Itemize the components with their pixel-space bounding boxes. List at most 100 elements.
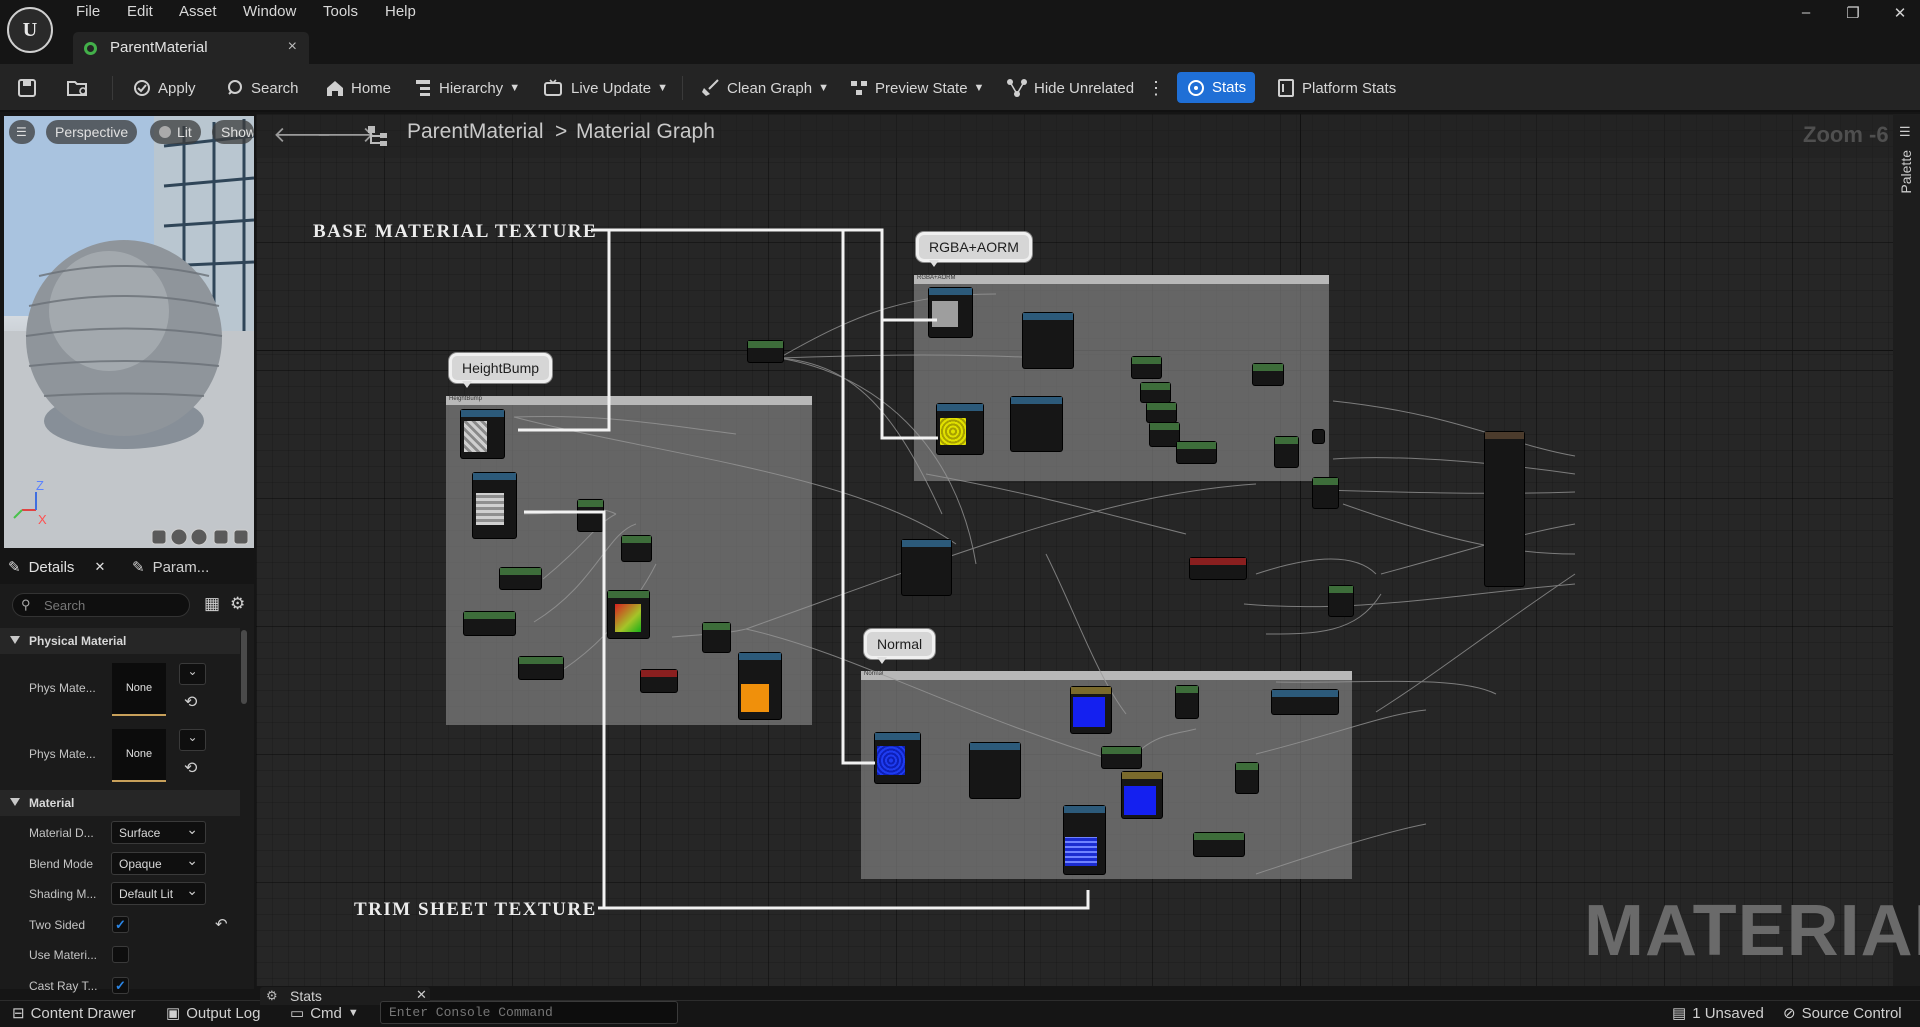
math-node[interactable] — [902, 540, 951, 595]
texture-sample-node[interactable] — [461, 410, 504, 458]
phys-mat-2-thumbnail[interactable]: None — [112, 729, 166, 782]
section-material[interactable]: Material — [0, 790, 240, 816]
math-node[interactable] — [970, 743, 1020, 798]
texture-sample-node[interactable] — [1122, 772, 1162, 818]
use-material-checkbox[interactable] — [112, 946, 129, 963]
param-node[interactable] — [1132, 357, 1161, 378]
output-log-button[interactable]: ▣ Output Log — [166, 1003, 260, 1023]
source-control-button[interactable]: ⊘ Source Control — [1783, 1003, 1902, 1023]
preview-state-dropdown[interactable]: Preview State ▼ — [849, 75, 984, 101]
home-button[interactable]: Home — [325, 75, 391, 101]
texture-sample-node[interactable] — [739, 653, 781, 719]
param-node[interactable] — [519, 657, 563, 679]
search-label: Search — [251, 79, 299, 97]
math-node[interactable] — [1023, 313, 1073, 368]
math-node[interactable] — [1147, 403, 1176, 422]
content-drawer-button[interactable]: ⊟ Content Drawer — [12, 1003, 136, 1023]
cast-ray-checkbox[interactable]: ✓ — [112, 977, 129, 994]
texture-sample-node[interactable] — [937, 404, 983, 454]
live-update-dropdown[interactable]: Live Update ▼ — [543, 75, 668, 101]
menu-asset[interactable]: Asset — [179, 3, 217, 23]
tab-parent-material[interactable]: ParentMaterial × — [73, 32, 309, 64]
close-tab-button[interactable]: × — [288, 38, 297, 56]
menu-tools[interactable]: Tools — [323, 3, 358, 23]
param-node-red[interactable] — [641, 670, 677, 692]
math-node[interactable] — [1329, 586, 1353, 616]
param-node[interactable] — [464, 612, 515, 635]
menu-edit[interactable]: Edit — [127, 3, 153, 23]
platform-stats-button[interactable]: Platform Stats — [1276, 75, 1396, 101]
hierarchy-dropdown[interactable]: Hierarchy ▼ — [413, 75, 520, 101]
close-details-icon[interactable]: ✕ — [94, 559, 105, 575]
minimize-button[interactable]: – — [1791, 4, 1821, 24]
cmd-dropdown[interactable]: ▭ Cmd ▼ — [290, 1003, 359, 1023]
math-node[interactable] — [1272, 690, 1338, 714]
math-node[interactable] — [1313, 478, 1338, 508]
console-command-input[interactable] — [380, 1001, 678, 1024]
menu-window[interactable]: Window — [243, 3, 296, 23]
clean-graph-dropdown[interactable]: Clean Graph ▼ — [701, 75, 829, 101]
param-node[interactable] — [500, 568, 541, 589]
settings-gear-icon[interactable]: ⚙ — [230, 594, 245, 614]
browse-button[interactable] — [66, 75, 96, 101]
close-window-button[interactable]: ✕ — [1885, 4, 1915, 24]
unsaved-indicator[interactable]: ▤ 1 Unsaved — [1672, 1003, 1764, 1023]
math-node[interactable] — [1011, 397, 1062, 451]
reset-arrow-icon[interactable]: ↶ — [215, 915, 228, 933]
reset-arrow-icon[interactable]: ⟲ — [184, 692, 197, 712]
viewport-menu-button[interactable]: ☰ — [9, 120, 35, 144]
phys-mat-1-picker[interactable]: ⌄ — [179, 663, 206, 685]
phys-mat-1-thumbnail[interactable]: None — [112, 663, 166, 716]
reset-arrow-icon[interactable]: ⟲ — [184, 758, 197, 778]
show-button[interactable]: Show — [212, 120, 254, 144]
material-output-node[interactable] — [1485, 432, 1524, 586]
tab-details[interactable]: ✎ Details ✕ — [8, 558, 105, 577]
shading-model-select[interactable]: Default Lit — [111, 882, 206, 905]
math-node[interactable] — [622, 536, 651, 561]
phys-mat-2-picker[interactable]: ⌄ — [179, 729, 206, 751]
two-sided-checkbox[interactable]: ✓ — [112, 916, 129, 933]
unreal-logo-icon[interactable]: U — [7, 7, 53, 53]
table-view-icon[interactable]: ▦ — [204, 594, 220, 614]
gradient-preview-node[interactable] — [608, 591, 649, 638]
search-button[interactable]: Search — [225, 75, 299, 101]
blend-mode-select[interactable]: Opaque — [111, 852, 206, 875]
texture-sample-node[interactable] — [875, 733, 920, 783]
save-button[interactable] — [17, 75, 43, 101]
menu-file[interactable]: File — [76, 3, 100, 23]
more-options-icon[interactable]: ⋮ — [1147, 75, 1165, 101]
hide-unrelated-button[interactable]: Hide Unrelated — [1006, 75, 1134, 101]
param-node-red[interactable] — [1190, 558, 1246, 579]
math-node[interactable] — [1150, 423, 1179, 446]
texture-sample-node[interactable] — [473, 473, 516, 538]
material-domain-select[interactable]: Surface — [111, 821, 206, 844]
details-scrollbar[interactable] — [241, 630, 247, 704]
menu-help[interactable]: Help — [385, 3, 416, 23]
texture-sample-node[interactable] — [1064, 806, 1105, 874]
param-node[interactable] — [748, 341, 783, 362]
math-node[interactable] — [703, 623, 730, 652]
math-node[interactable] — [1176, 686, 1198, 718]
stats-button[interactable]: Stats — [1177, 72, 1256, 103]
texture-sample-node[interactable] — [1071, 687, 1111, 733]
param-node[interactable] — [1177, 442, 1216, 463]
math-node[interactable] — [1275, 437, 1298, 467]
palette-sidebar[interactable]: ☰ Palette — [1893, 114, 1920, 986]
reroute-node[interactable] — [1313, 430, 1324, 443]
param-node[interactable] — [1102, 747, 1141, 768]
perspective-button[interactable]: Perspective — [46, 120, 138, 144]
param-node[interactable] — [1253, 364, 1283, 385]
tab-parameters[interactable]: ✎ Param... — [132, 558, 209, 577]
math-node[interactable] — [1141, 383, 1170, 402]
details-search-input[interactable]: ⚲ Search — [12, 593, 190, 617]
lit-button[interactable]: Lit — [150, 120, 201, 144]
restore-button[interactable]: ❐ — [1838, 4, 1868, 24]
preview-state-label: Preview State — [875, 79, 968, 97]
math-node[interactable] — [1236, 763, 1258, 793]
math-node[interactable] — [578, 500, 603, 531]
texture-sample-node[interactable] — [929, 288, 972, 337]
section-physical-material[interactable]: Physical Material — [0, 628, 240, 654]
pencil-icon: ✎ — [8, 559, 21, 576]
param-node[interactable] — [1194, 833, 1244, 856]
apply-button[interactable]: Apply — [132, 75, 196, 101]
